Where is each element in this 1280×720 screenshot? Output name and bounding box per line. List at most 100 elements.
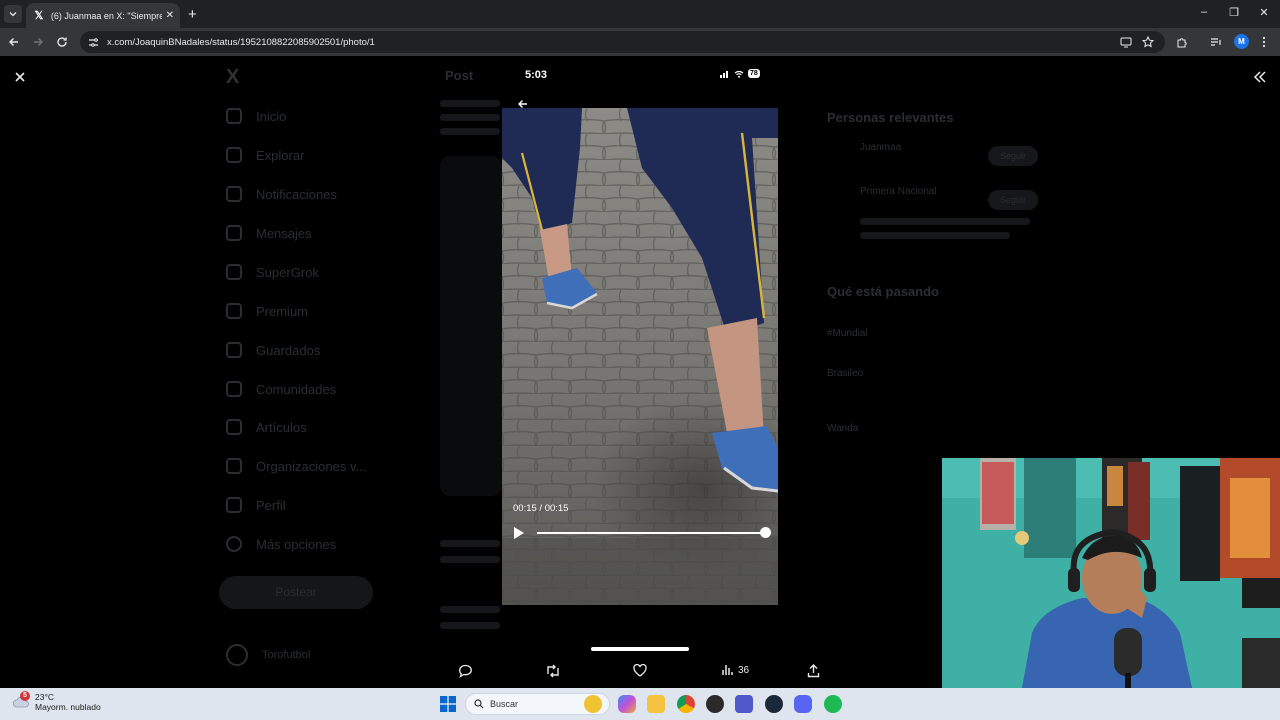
browser-tab-active[interactable]: 𝕏 (6) Juanmaa en X: "Siempre bo ✕: [26, 3, 180, 28]
account-switcher: Torofutbol: [226, 644, 310, 666]
arrow-left-icon: [9, 38, 18, 46]
tab-search-button[interactable]: [4, 5, 22, 23]
search-icon: [226, 147, 242, 163]
bar-chart-icon: [722, 665, 733, 675]
phone-clock: 5:03: [525, 69, 548, 81]
close-viewer-button[interactable]: [12, 69, 28, 85]
cast-button[interactable]: [1118, 34, 1134, 50]
video-still-image: [502, 108, 778, 605]
steam-icon[interactable]: [765, 695, 783, 713]
widgets-flower-icon[interactable]: [584, 695, 602, 713]
nav-item-explorar: Explorar: [226, 147, 304, 163]
nav-label: Comunidades: [256, 381, 337, 397]
obs-icon[interactable]: [706, 695, 724, 713]
nav-item-inicio: Inicio: [226, 108, 286, 124]
user-icon: [226, 497, 242, 513]
nav-label: Inicio: [256, 108, 287, 124]
minimize-button[interactable]: –: [1194, 6, 1214, 18]
progress-scrubber-handle[interactable]: [760, 527, 771, 538]
video-progress-bar[interactable]: [537, 532, 766, 534]
media-controls-icon: [1211, 38, 1221, 46]
reply-button[interactable]: [458, 664, 473, 678]
address-bar[interactable]: x.com/JoaquinBNadales/status/19521088220…: [80, 31, 1165, 53]
trend-item: #Mundial: [827, 328, 868, 339]
extensions-button[interactable]: [1174, 34, 1190, 50]
ghost-text: [440, 128, 500, 135]
views-count: 36: [738, 664, 750, 676]
ghost-text: [440, 100, 500, 107]
collapse-sidebar-button[interactable]: [1252, 69, 1268, 85]
phone-screen-recording: 5:03 78 00:15 / 00:15: [502, 56, 778, 688]
repost-icon: [547, 664, 559, 678]
chrome-menu-button[interactable]: [1256, 34, 1272, 50]
puzzle-icon: [1177, 38, 1187, 48]
chrome-icon[interactable]: [677, 695, 695, 713]
bookmark-button[interactable]: [1140, 34, 1156, 50]
double-chevron-left-icon: [1253, 71, 1266, 83]
file-explorer-icon[interactable]: [647, 695, 665, 713]
post-header: Post: [445, 68, 473, 83]
video-time-display: 00:15 / 00:15: [513, 503, 569, 514]
play-icon: [514, 527, 524, 539]
wifi-icon: [734, 70, 744, 78]
spotify-icon[interactable]: [824, 695, 842, 713]
more-icon: [226, 536, 242, 552]
nav-item-organizaciones: Organizaciones v...: [226, 458, 366, 474]
share-icon: [807, 664, 820, 678]
close-icon: [15, 72, 25, 82]
back-button[interactable]: [6, 34, 22, 50]
discord-icon[interactable]: [794, 695, 812, 713]
teams-icon[interactable]: [735, 695, 753, 713]
start-button[interactable]: [440, 696, 456, 712]
trend-label: Brasileo: [827, 368, 864, 379]
new-tab-button[interactable]: +: [188, 6, 197, 23]
weather-widget[interactable]: 23°C Mayorm. nublado 5: [12, 691, 101, 712]
weather-condition: Mayorm. nublado: [35, 702, 101, 712]
nav-item-articulos: Artículos: [226, 419, 307, 435]
site-settings-icon[interactable]: [88, 37, 99, 48]
arrow-right-icon: [34, 38, 43, 46]
ghost-text: [440, 606, 500, 613]
relevant-person: Juanmaa: [860, 142, 901, 153]
window-close-button[interactable]: ✕: [1254, 6, 1274, 19]
nav-item-supergrok: SuperGrok: [226, 264, 319, 280]
forward-button[interactable]: [30, 34, 46, 50]
video-frame[interactable]: [502, 108, 778, 605]
nav-item-premium: Premium: [226, 303, 308, 319]
browser-toolbar: x.com/JoaquinBNadales/status/19521088220…: [0, 28, 1280, 56]
battery-indicator: 78: [748, 69, 760, 78]
nav-label: Artículos: [256, 419, 307, 435]
repost-button[interactable]: [545, 664, 561, 678]
nav-item-perfil: Perfil: [226, 497, 286, 513]
nav-label: Guardados: [256, 342, 321, 358]
lightning-icon: [226, 458, 242, 474]
signal-icon: [720, 70, 728, 78]
play-button[interactable]: [513, 526, 525, 540]
restore-button[interactable]: ❐: [1224, 6, 1244, 19]
x-photo-viewer: X Inicio Explorar Notificaciones Mensaje…: [0, 56, 1280, 688]
nav-label: Notificaciones: [256, 186, 337, 202]
trend-label: Wanda: [827, 423, 859, 434]
views-button[interactable]: 36: [721, 664, 749, 676]
nav-item-mensajes: Mensajes: [226, 225, 312, 241]
people-icon: [226, 381, 242, 397]
reload-button[interactable]: [54, 34, 70, 50]
reload-icon: [57, 37, 67, 47]
profile-avatar[interactable]: M: [1234, 34, 1249, 49]
search-icon: [474, 699, 484, 709]
copilot-icon[interactable]: [618, 695, 636, 713]
trending-title: Qué está pasando: [827, 284, 939, 299]
kebab-menu-icon: [1262, 36, 1266, 48]
nav-label: Explorar: [256, 147, 305, 163]
comment-icon: [459, 664, 472, 678]
post-header-label: Post: [445, 68, 474, 83]
nav-label: Más opciones: [256, 536, 337, 552]
like-button[interactable]: [633, 664, 647, 677]
heart-icon: [633, 664, 647, 677]
url-text: x.com/JoaquinBNadales/status/19521088220…: [107, 36, 375, 48]
trend-item: Brasileo: [827, 368, 863, 379]
reading-list-button[interactable]: [1208, 34, 1224, 50]
share-button[interactable]: [807, 664, 820, 678]
grok-icon: [226, 264, 242, 280]
tab-close-icon[interactable]: ✕: [166, 10, 174, 21]
